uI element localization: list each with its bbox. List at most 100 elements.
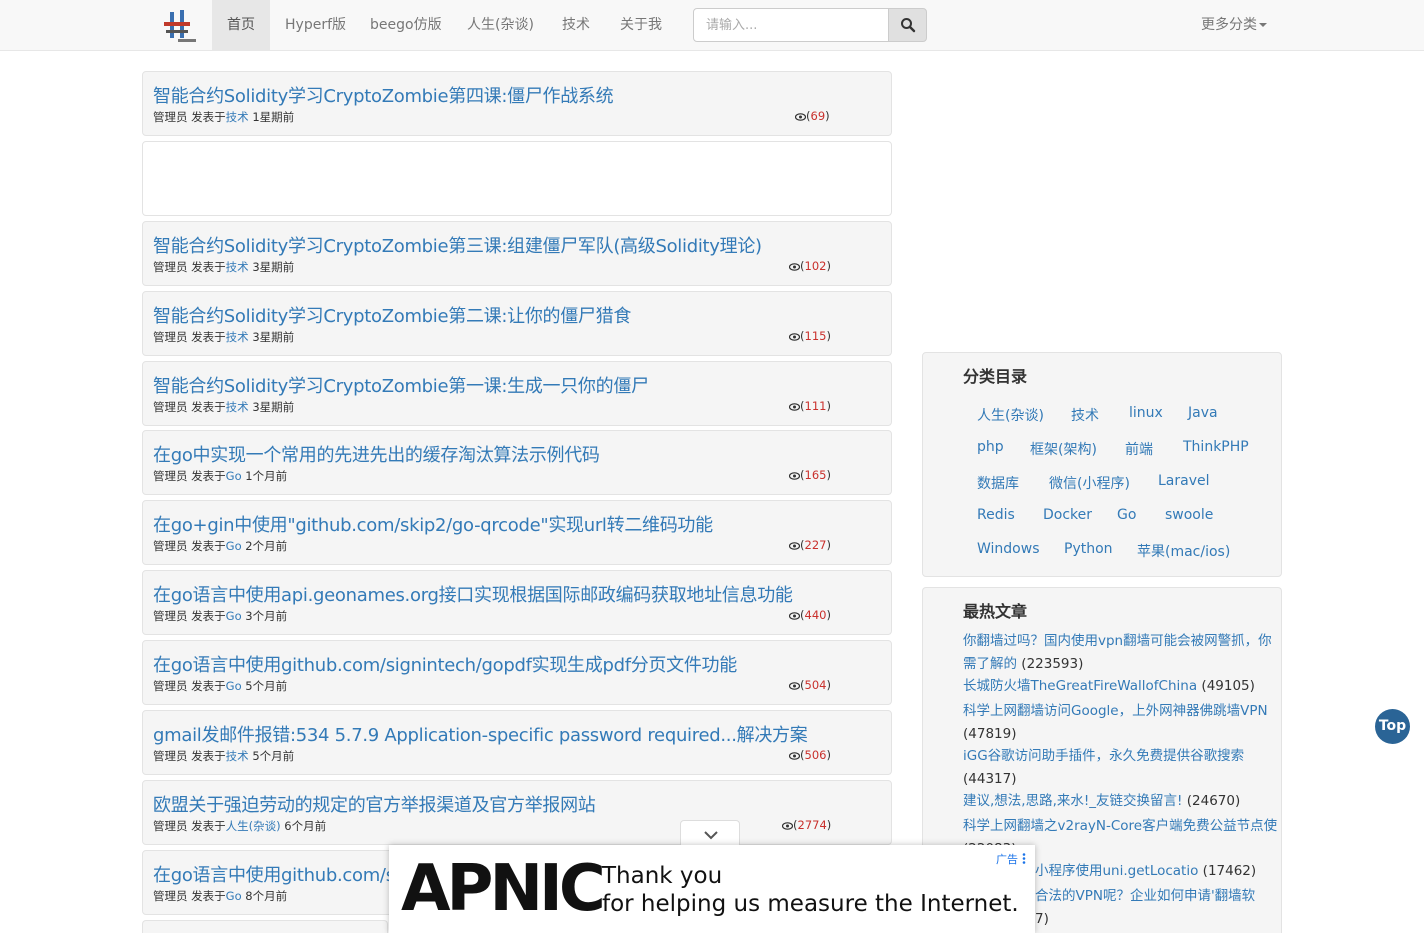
category-link[interactable]: ThinkPHP	[1183, 439, 1249, 455]
article-item: 在go中实现一个常用的先进先出的缓存淘汰算法示例代码 管理员 发表于Go 1个月…	[142, 430, 892, 495]
article-category-link[interactable]: Go	[226, 539, 242, 553]
article-item: 在go语言中使用api.geonames.org接口实现根据国际邮政编码获取地址…	[142, 570, 892, 635]
nav-about[interactable]: 关于我	[620, 0, 662, 50]
category-link[interactable]: php	[977, 439, 1004, 455]
more-categories-label: 更多分类	[1201, 17, 1257, 33]
article-category-link[interactable]: 技术	[226, 260, 249, 274]
article-title[interactable]: 在go语言中使用github.com/signintech/gopdf实现生成p…	[153, 651, 737, 677]
hot-article-item[interactable]: 长城防火墙TheGreatFireWallofChina (49105)	[963, 675, 1283, 698]
category-link[interactable]: 人生(杂谈)	[977, 405, 1044, 425]
ad-label[interactable]: 广告	[996, 851, 1026, 867]
back-to-top-button[interactable]: Top	[1375, 709, 1410, 744]
article-meta: 管理员 发表于人生(杂谈) 6个月前	[153, 819, 327, 833]
search-button[interactable]	[888, 8, 927, 42]
article-category-link[interactable]: Go	[226, 469, 242, 483]
hot-article-item[interactable]: iGG谷歌访问助手插件，永久免费提供谷歌搜索 (44317)	[963, 745, 1283, 790]
ad-placeholder	[142, 141, 892, 216]
search-input[interactable]	[693, 8, 889, 42]
article-item: 智能合约Solidity学习CryptoZombie第四课:僵尸作战系统 管理员…	[142, 71, 892, 136]
article-title[interactable]: gmail发邮件报错:534 5.7.9 Application-specifi…	[153, 721, 808, 747]
category-link[interactable]: 框架(架构)	[1030, 439, 1097, 459]
category-link[interactable]: Java	[1188, 405, 1218, 421]
hot-article-item[interactable]: 建议,想法,思路,来水!_友链交换留言! (24670)	[963, 790, 1283, 813]
article-title[interactable]: 智能合约Solidity学习CryptoZombie第四课:僵尸作战系统	[153, 82, 614, 108]
category-link[interactable]: swoole	[1165, 507, 1213, 523]
article-category-link[interactable]: Go	[226, 889, 242, 903]
article-meta: 管理员 发表于Go 1个月前	[153, 469, 288, 483]
article-category-link[interactable]: 技术	[226, 749, 249, 763]
article-meta: 管理员 发表于Go 2个月前	[153, 539, 288, 553]
category-link[interactable]: 微信(小程序)	[1049, 473, 1130, 493]
article-category-link[interactable]: 技术	[226, 330, 249, 344]
hot-article-item[interactable]: 你翻墙过吗？国内使用vpn翻墙可能会被网警抓，你 需了解的 (223593)	[963, 630, 1283, 675]
article-meta: 管理员 发表于Go 8个月前	[153, 889, 288, 903]
eye-icon	[789, 472, 800, 480]
article-views: (440)	[789, 608, 831, 622]
category-link[interactable]: 前端	[1125, 439, 1153, 459]
article-item: 在go语言中使用github.com/signintech/gopdf实现生成p…	[142, 640, 892, 705]
article-category-link[interactable]: 人生(杂谈)	[226, 819, 281, 833]
hot-article-item[interactable]: 小程序使用uni.getLocatio (17462)	[1035, 860, 1275, 883]
eye-icon	[789, 682, 800, 690]
category-link[interactable]: Go	[1117, 507, 1136, 523]
article-item: 智能合约Solidity学习CryptoZombie第二课:让你的僵尸猎食 管理…	[142, 291, 892, 356]
site-logo[interactable]	[158, 8, 198, 44]
ad-collapse-toggle[interactable]	[680, 820, 740, 846]
category-link[interactable]: Windows	[977, 541, 1040, 557]
article-views: (165)	[789, 468, 831, 482]
category-link[interactable]: Python	[1064, 541, 1113, 557]
eye-icon	[789, 542, 800, 550]
navbar: 首页 Hyperf版 beego仿版 人生(杂谈) 技术 关于我 更多分类	[0, 0, 1424, 51]
nav-home[interactable]: 首页	[212, 0, 270, 50]
article-views: (506)	[789, 748, 831, 762]
nav-hyperf[interactable]: Hyperf版	[285, 0, 346, 50]
category-link[interactable]: Docker	[1043, 507, 1092, 523]
category-link[interactable]: 数据库	[977, 473, 1019, 493]
hot-article-item[interactable]: 科学上网翻墙访问Google，上外网神器佛跳墙VPN (47819)	[963, 700, 1283, 745]
article-views: (102)	[789, 259, 831, 273]
hot-article-item[interactable]: 合法的VPN呢？企业如何申请'翻墙软 7)	[1035, 885, 1275, 930]
article-title[interactable]: 智能合约Solidity学习CryptoZombie第二课:让你的僵尸猎食	[153, 302, 631, 328]
eye-icon	[795, 113, 806, 121]
hot-articles-title: 最热文章	[963, 602, 1028, 621]
article-meta: 管理员 发表于技术 1星期前	[153, 110, 295, 124]
article-category-link[interactable]: 技术	[226, 400, 249, 414]
article-title[interactable]: 欧盟关于强迫劳动的规定的官方举报渠道及官方举报网站	[153, 791, 596, 817]
article-meta: 管理员 发表于技术 5个月前	[153, 749, 295, 763]
article-views: (504)	[789, 678, 831, 692]
article-title[interactable]: 智能合约Solidity学习CryptoZombie第一课:生成一只你的僵尸	[153, 372, 649, 398]
article-category-link[interactable]: Go	[226, 609, 242, 623]
article-item: 欧盟关于强迫劳动的规定的官方举报渠道及官方举报网站 管理员 发表于人生(杂谈) …	[142, 780, 892, 845]
more-categories-dropdown[interactable]: 更多分类	[1201, 0, 1267, 50]
nav-beego[interactable]: beego仿版	[370, 0, 442, 50]
search-icon	[901, 18, 916, 33]
category-link[interactable]: Redis	[977, 507, 1015, 523]
eye-icon	[782, 822, 793, 830]
eye-icon	[789, 333, 800, 341]
article-meta: 管理员 发表于技术 3星期前	[153, 260, 295, 274]
chevron-down-icon	[704, 831, 718, 840]
eye-icon	[789, 263, 800, 271]
article-views: (2774)	[782, 818, 831, 832]
article-title[interactable]: 在go+gin中使用"github.com/skip2/go-qrcode"实现…	[153, 511, 713, 537]
eye-icon	[789, 403, 800, 411]
article-title[interactable]: 在go语言中使用api.geonames.org接口实现根据国际邮政编码获取地址…	[153, 581, 793, 607]
categories-title: 分类目录	[963, 367, 1028, 386]
bottom-ad-banner[interactable]: APNIC Thank you for helping us measure t…	[389, 845, 1035, 933]
article-title[interactable]: 在go语言中使用github.com/si	[153, 861, 400, 887]
category-link[interactable]: Laravel	[1158, 473, 1210, 489]
category-link[interactable]: 技术	[1071, 405, 1099, 425]
eye-icon	[789, 752, 800, 760]
nav-tech[interactable]: 技术	[562, 0, 590, 50]
categories-panel: 分类目录 人生(杂谈) 技术 linux Java php 框架(架构) 前端 …	[922, 352, 1282, 577]
article-item: gmail发邮件报错:534 5.7.9 Application-specifi…	[142, 710, 892, 775]
nav-life[interactable]: 人生(杂谈)	[467, 0, 534, 50]
article-views: (227)	[789, 538, 831, 552]
article-meta: 管理员 发表于技术 3星期前	[153, 330, 295, 344]
category-link[interactable]: linux	[1129, 405, 1163, 421]
article-category-link[interactable]: Go	[226, 679, 242, 693]
article-category-link[interactable]: 技术	[226, 110, 249, 124]
article-title[interactable]: 在go中实现一个常用的先进先出的缓存淘汰算法示例代码	[153, 441, 600, 467]
category-link[interactable]: 苹果(mac/ios)	[1137, 541, 1230, 561]
article-title[interactable]: 智能合约Solidity学习CryptoZombie第三课:组建僵尸军队(高级S…	[153, 232, 762, 258]
